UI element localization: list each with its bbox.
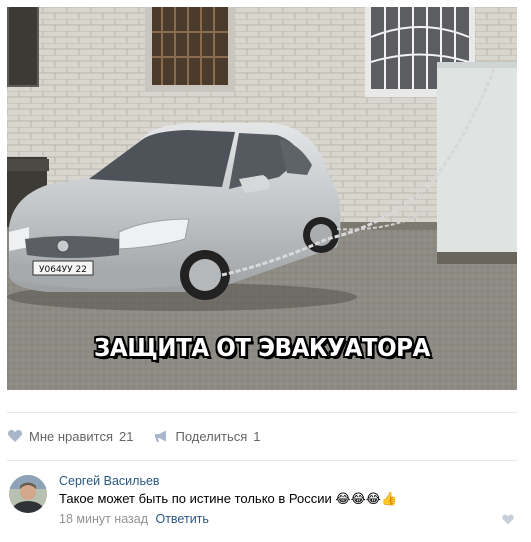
user-photo <box>9 475 47 513</box>
comment-author[interactable]: Сергей Васильев <box>59 474 160 488</box>
divider <box>7 412 517 413</box>
share-count: 1 <box>253 428 261 444</box>
share-label: Поделиться <box>175 428 248 444</box>
comment-text: Такое может быть по истине только в Росс… <box>59 491 397 507</box>
post-photo[interactable]: У064УУ 22 ЗАЩИТА ОТ ЭВАКУАТОРА <box>7 7 517 390</box>
comment: Сергей Васильев Такое может быть по исти… <box>7 470 517 530</box>
comment-body: Такое может быть по истине только в Росс… <box>59 491 332 506</box>
like-label: Мне нравится <box>29 428 114 444</box>
license-plate: У064УУ 22 <box>39 265 87 275</box>
share-button[interactable]: Поделиться 1 <box>153 428 261 444</box>
comment-time[interactable]: 18 минут назад <box>59 512 148 526</box>
like-count: 21 <box>119 428 134 444</box>
heart-icon <box>7 429 23 442</box>
post-actions: Мне нравится 21 Поделиться 1 <box>7 424 281 448</box>
reply-button[interactable]: Ответить <box>155 512 208 526</box>
like-button[interactable]: Мне нравится 21 <box>7 428 133 444</box>
divider <box>7 460 517 461</box>
avatar[interactable] <box>9 475 47 513</box>
comment-like-heart-icon[interactable] <box>501 513 515 526</box>
comment-emojis: 😂😂😂👍 <box>335 491 398 506</box>
comment-meta: 18 минут назад Ответить <box>59 512 209 526</box>
image-caption: ЗАЩИТА ОТ ЭВАКУАТОРА <box>94 333 430 362</box>
megaphone-icon <box>155 430 167 442</box>
